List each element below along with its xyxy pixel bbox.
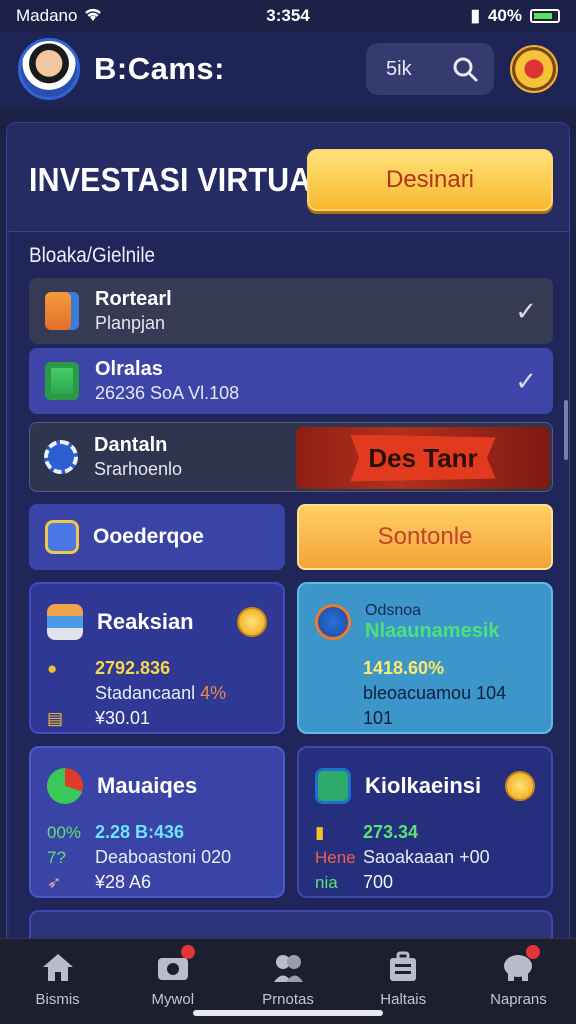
app-brand: B:Cams: xyxy=(94,51,225,86)
globe-icon xyxy=(315,604,351,640)
card-title: Reaksian xyxy=(97,609,194,634)
card-detail: Saoakaaan xyxy=(363,847,460,867)
card-detail-highlight: +00 xyxy=(459,847,490,867)
promo-title: Dantaln xyxy=(94,434,168,456)
coin-icon xyxy=(237,607,267,637)
list-item-subtitle: 26236 SoA Vl.108 xyxy=(95,383,240,403)
card-value: 1418.60% xyxy=(363,658,445,678)
list-item-title: Rortearl xyxy=(95,288,172,310)
card-side-tags: ▮ Hene nia xyxy=(315,820,356,895)
card-title: Mauaiqes xyxy=(97,773,198,798)
notification-badge xyxy=(180,945,195,959)
list-item[interactable]: Olralas 26236 SoA Vl.108 ✓ xyxy=(29,348,553,414)
card-detail-highlight: 4% xyxy=(200,683,227,703)
list-item-title: Olralas xyxy=(95,358,163,380)
investment-card[interactable]: Odsnoa Nlaaunamesik 1418.60% bleoacuamou… xyxy=(297,582,553,734)
section-label: Bloaka/Gielnile xyxy=(29,244,156,267)
search-button[interactable]: 5ik xyxy=(366,43,494,95)
card-value: 2792.836 xyxy=(95,658,171,678)
card-amount: ¥28 A6 xyxy=(95,872,152,892)
promo-subtitle: Srarhoenlo xyxy=(94,459,183,479)
search-label: 5ik xyxy=(386,57,412,80)
card-amount: 101 xyxy=(363,708,394,728)
camera-icon xyxy=(155,945,195,983)
books-icon xyxy=(47,604,83,640)
banner-label: Des Tanr xyxy=(350,434,496,482)
card-side-icons: ● ▤ xyxy=(47,659,64,728)
tab-label: Bismis xyxy=(35,991,80,1008)
card-value: 2.28 B:436 xyxy=(95,822,185,842)
gear-icon xyxy=(44,440,78,474)
promo-banner[interactable]: Des Tanr xyxy=(296,427,550,489)
briefcase-icon xyxy=(385,951,421,983)
document-icon xyxy=(45,292,79,330)
card-amount: ¥30.01 xyxy=(95,708,151,728)
card-detail-highlight: 104 xyxy=(476,683,507,703)
battery-icon xyxy=(530,9,560,23)
elephant-icon xyxy=(500,945,541,983)
investment-card[interactable]: Reaksian ● ▤ 2792.836 Stadancaanl 4% ¥30.… xyxy=(29,582,285,734)
tab-label: Naprans xyxy=(490,991,547,1008)
card-detail: bleoacuamou xyxy=(363,683,477,703)
status-bar: Madano 3:354 ▮ 40% xyxy=(0,0,576,32)
tab-home[interactable]: Bismis xyxy=(0,939,115,1024)
card-value: 273.34 xyxy=(363,822,419,842)
people-icon xyxy=(270,951,306,983)
secondary-action-button[interactable]: Sontonle xyxy=(297,504,553,570)
wallet-icon xyxy=(315,768,351,804)
investment-card[interactable]: Mauaiqes 00% 7? ➶ 2.28 B:436 Deaboastoni… xyxy=(29,746,285,898)
action-label: Ooederqoe xyxy=(93,525,204,548)
check-icon: ✓ xyxy=(515,365,537,396)
investment-section: Bloaka/Gielnile Rortearl Planpjan ✓ Olra… xyxy=(9,231,569,951)
emblem-icon[interactable] xyxy=(510,45,558,93)
tab-label: Prnotas xyxy=(262,991,314,1008)
calendar-icon xyxy=(45,362,79,400)
card-detail: Deaboastoni xyxy=(95,847,202,867)
card-title: Nlaaunamesik xyxy=(365,619,500,642)
list-item-subtitle: Planpjan xyxy=(95,313,166,333)
card-subtitle: Odsnoa xyxy=(365,601,422,619)
check-icon: ✓ xyxy=(515,295,537,326)
page-title: INVESTASI VIRTUAL xyxy=(29,161,331,198)
list-item[interactable]: Rortearl Planpjan ✓ xyxy=(29,278,553,344)
home-icon xyxy=(40,951,76,983)
tab-elephant[interactable]: Naprans xyxy=(461,939,576,1024)
tab-label: Haltais xyxy=(380,991,427,1008)
card-tag: 00% xyxy=(47,823,82,842)
card-title: Kiolkaeinsi xyxy=(365,773,482,798)
tablet-icon xyxy=(45,520,79,554)
clock: 3:354 xyxy=(266,6,310,25)
card-amount: 700 xyxy=(363,872,394,892)
app-header: B:Cams: 5ik xyxy=(0,32,576,106)
scrollbar[interactable] xyxy=(564,400,568,460)
tag-icon: ▮ xyxy=(315,823,325,842)
promo-item[interactable]: Dantaln Srarhoenlo xyxy=(30,423,290,491)
card-tag: nia xyxy=(315,873,338,892)
card-detail-highlight: 020 xyxy=(201,847,232,867)
coin-icon xyxy=(505,771,535,801)
tab-label: Mywol xyxy=(151,991,195,1008)
chart-circle-icon xyxy=(47,768,83,804)
notification-badge xyxy=(526,945,541,959)
hero-action-button[interactable]: Desinari xyxy=(307,149,553,211)
card-side-tags: 00% 7? ➶ xyxy=(47,820,81,895)
search-icon xyxy=(452,56,478,82)
investment-card[interactable]: Kiolkaeinsi ▮ Hene nia 273.34 Saoakaaan … xyxy=(297,746,553,898)
rocket-icon: ➶ xyxy=(47,873,62,892)
main-panel: INVESTASI VIRTUAL Desinari Bloaka/Gielni… xyxy=(6,122,570,952)
card-tag: 7? xyxy=(47,848,66,867)
home-indicator[interactable] xyxy=(193,1010,383,1016)
card-tag: Hene xyxy=(315,848,356,867)
promo-row: Dantaln Srarhoenlo Des Tanr xyxy=(29,422,553,492)
action-button[interactable]: Ooederqoe xyxy=(29,504,285,570)
avatar[interactable] xyxy=(18,38,80,100)
card-detail: Stadancaanl xyxy=(95,683,201,703)
